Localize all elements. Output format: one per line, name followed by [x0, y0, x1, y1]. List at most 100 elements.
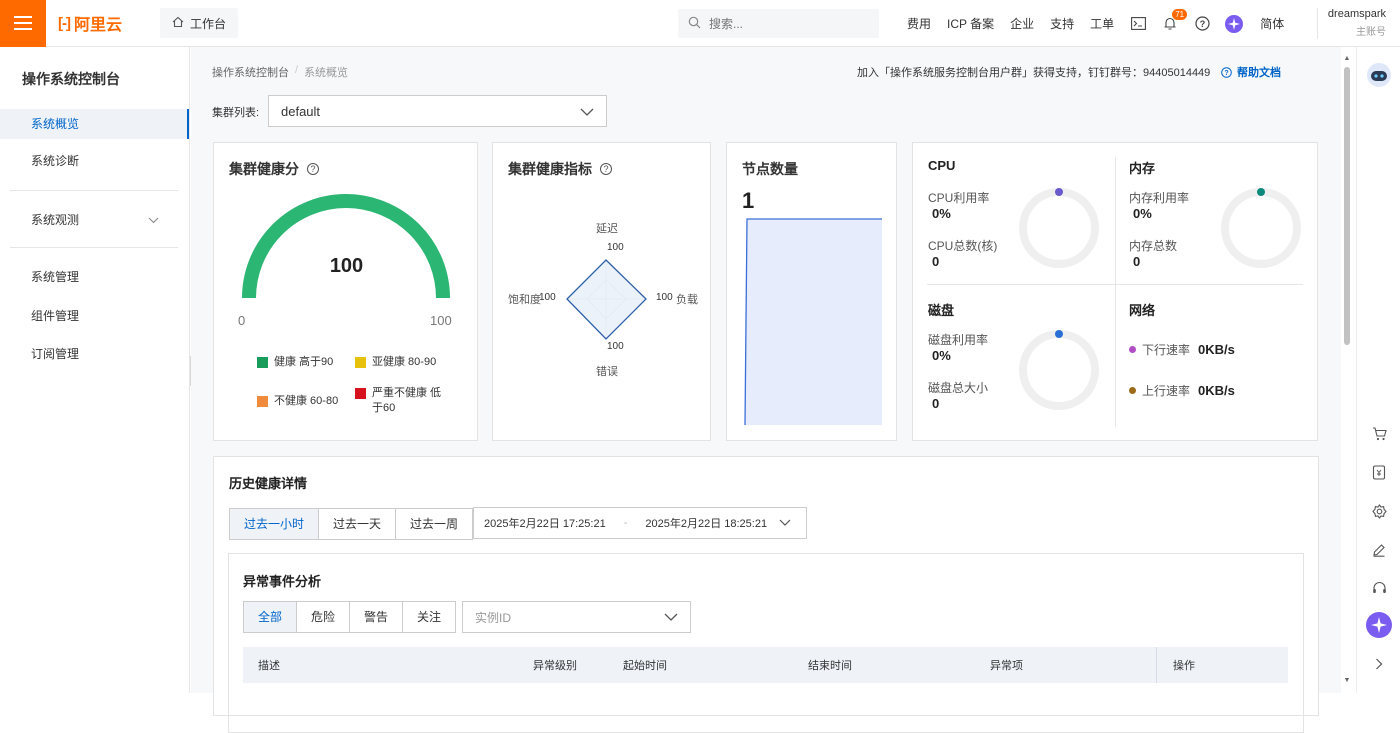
scrollbar-thumb[interactable]	[1344, 67, 1350, 345]
col-severity: 异常级别	[533, 660, 577, 672]
divider-horizontal	[927, 284, 1303, 285]
sidebar-item-component-management[interactable]: 组件管理	[0, 301, 189, 331]
chevron-down-icon	[580, 104, 594, 119]
network-upload: 上行速率 0KB/s	[1129, 382, 1235, 399]
help-docs-link[interactable]: ? 帮助文档	[1221, 64, 1281, 80]
aliyun-logo[interactable]: [-] 阿里云	[58, 11, 158, 35]
legend-label: 不健康 60-80	[274, 395, 339, 407]
legend-healthy: 健康 高于90	[257, 355, 333, 370]
breadcrumb-console[interactable]: 操作系统控制台	[212, 64, 289, 80]
legend-label: 亚健康 80-90	[372, 356, 437, 368]
date-separator: -	[623, 517, 628, 529]
help-docs-label: 帮助文档	[1237, 67, 1281, 79]
memory-donut	[1221, 188, 1301, 268]
range-last-hour[interactable]: 过去一小时	[230, 509, 320, 539]
scroll-up-arrow-icon[interactable]: ▲	[1341, 55, 1353, 67]
sidebar-item-overview[interactable]: 系统概览	[0, 109, 189, 139]
range-last-week[interactable]: 过去一周	[396, 509, 473, 539]
filter-warning[interactable]: 警告	[350, 602, 404, 632]
global-search[interactable]	[678, 9, 879, 38]
assistant-avatar-icon[interactable]	[1365, 61, 1393, 89]
memory-title: 内存	[1129, 161, 1156, 176]
sidebar-item-system-management[interactable]: 系统管理	[0, 262, 189, 292]
ai-assistant-icon[interactable]	[1218, 0, 1250, 47]
gauge-max-label: 100	[430, 313, 452, 328]
language-switch[interactable]: 简体	[1250, 15, 1294, 32]
range-last-day[interactable]: 过去一天	[319, 509, 397, 539]
scroll-down-arrow-icon[interactable]: ▼	[1341, 677, 1353, 689]
instance-id-select[interactable]: 实例ID	[462, 601, 691, 633]
svg-text:?: ?	[1199, 19, 1205, 29]
radar-series-polygon	[566, 259, 647, 340]
search-icon	[688, 16, 701, 32]
date-range-picker[interactable]: 2025年2月22日 17:25:21 - 2025年2月22日 18:25:2…	[473, 507, 807, 539]
cpu-title: CPU	[928, 158, 956, 173]
legend-swatch	[257, 357, 268, 368]
cpu-usage-label: CPU利用率	[928, 191, 990, 205]
billing-doc-icon[interactable]	[1365, 458, 1393, 486]
settings-gear-icon[interactable]	[1365, 497, 1393, 525]
date-start: 2025年2月22日 17:25:21	[484, 518, 606, 530]
col-actions: 操作	[1173, 660, 1195, 672]
top-nav: 费用 ICP 备案 企业 支持 工单 71 ? 简体	[899, 0, 1294, 47]
nav-icp[interactable]: ICP 备案	[939, 15, 1002, 32]
nav-ticket[interactable]: 工单	[1082, 15, 1122, 32]
column-divider	[1156, 647, 1157, 683]
sidebar: 操作系统控制台 系统概览 系统诊断 系统观测 系统管理 组件管理 订阅管理	[0, 47, 190, 693]
join-group-text: 加入「操作系统服务控制台用户群」获得支持，钉钉群号：94405014449	[857, 67, 1211, 79]
memory-usage-label: 内存利用率	[1129, 191, 1190, 205]
cart-icon[interactable]	[1365, 420, 1393, 448]
search-input[interactable]	[709, 16, 869, 31]
col-start-time: 起始时间	[623, 660, 667, 672]
main-content: 操作系统控制台 / 系统概览 加入「操作系统服务控制台用户群」获得支持，钉钉群号…	[191, 47, 1341, 733]
terminal-icon[interactable]	[1122, 0, 1154, 47]
filter-attention[interactable]: 关注	[403, 602, 456, 632]
legend-subhealthy: 亚健康 80-90	[355, 355, 436, 370]
expand-chevron-right-icon[interactable]	[1365, 650, 1393, 678]
sidebar-item-subscription-management[interactable]: 订阅管理	[0, 339, 189, 369]
memory-donut-marker	[1257, 188, 1265, 196]
nav-enterprise[interactable]: 企业	[1002, 15, 1042, 32]
filter-all[interactable]: 全部	[244, 602, 298, 632]
disk-donut-marker	[1055, 330, 1063, 338]
notification-bell-icon[interactable]: 71	[1154, 0, 1188, 47]
sidebar-title: 操作系统控制台	[22, 71, 120, 87]
edit-pen-icon[interactable]	[1365, 536, 1393, 564]
chevron-down-icon	[664, 610, 678, 624]
workbench-label: 工作台	[190, 16, 227, 31]
download-dot	[1129, 346, 1136, 353]
nav-billing[interactable]: 费用	[899, 15, 939, 32]
hamburger-menu-icon[interactable]	[0, 0, 46, 47]
radar-axis-error: 错误	[596, 366, 618, 378]
help-circle-icon[interactable]: ?	[1186, 0, 1218, 47]
disk-total-value: 0	[932, 396, 940, 411]
vertical-scrollbar[interactable]: ▲ ▼	[1341, 47, 1353, 693]
disk-usage-value: 0%	[932, 348, 951, 363]
ai-star-icon[interactable]	[1365, 611, 1393, 639]
disk-total-label: 磁盘总大小	[928, 381, 989, 395]
workbench-button[interactable]: 工作台	[160, 8, 239, 38]
sidebar-item-label: 系统观测	[31, 213, 80, 227]
radar-axis-load: 负载	[676, 294, 698, 306]
nav-support[interactable]: 支持	[1042, 15, 1082, 32]
account-menu[interactable]: dreamspark 主账号	[1316, 8, 1386, 39]
sidebar-item-observability[interactable]: 系统观测	[0, 205, 189, 235]
network-download: 下行速率 0KB/s	[1129, 341, 1235, 358]
legend-label: 健康 高于90	[274, 356, 334, 368]
radar-value-saturation: 100	[539, 292, 556, 303]
home-icon	[172, 16, 184, 31]
instance-id-placeholder: 实例ID	[475, 610, 512, 625]
headset-support-icon[interactable]	[1365, 574, 1393, 602]
radar-axis-latency: 延迟	[596, 223, 618, 235]
node-count-area	[745, 219, 882, 425]
cluster-list-label: 集群列表:	[212, 107, 260, 119]
filter-danger[interactable]: 危险	[297, 602, 351, 632]
legend-swatch	[355, 388, 366, 399]
sidebar-divider	[10, 190, 178, 191]
cluster-select[interactable]: default	[268, 95, 607, 127]
col-description: 描述	[258, 660, 280, 672]
gauge-min-label: 0	[238, 313, 246, 328]
divider-vertical	[1115, 157, 1116, 427]
disk-donut	[1019, 330, 1099, 410]
sidebar-item-diagnosis[interactable]: 系统诊断	[0, 146, 189, 176]
